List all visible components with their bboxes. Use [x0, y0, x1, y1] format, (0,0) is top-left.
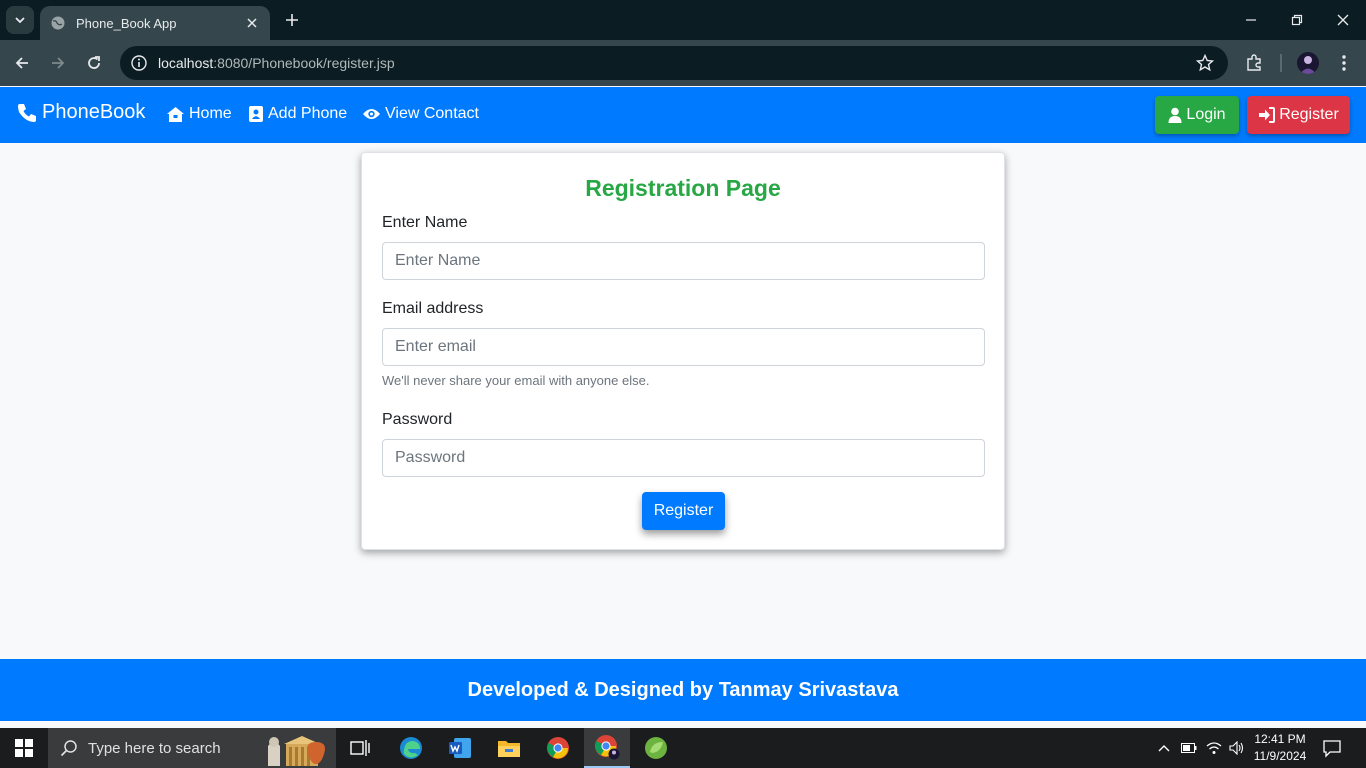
site-info-icon[interactable]	[130, 54, 148, 72]
taskbar-search-placeholder: Type here to search	[88, 739, 221, 757]
footer: Developed & Designed by Tanmay Srivastav…	[0, 659, 1366, 721]
nav-add-phone[interactable]: Add Phone	[248, 105, 347, 123]
battery-icon[interactable]	[1180, 738, 1198, 758]
search-highlight-icon	[268, 736, 325, 766]
register-nav-button[interactable]: Register	[1247, 96, 1350, 134]
extensions-icon[interactable]	[1244, 53, 1264, 73]
nav-add-phone-label: Add Phone	[268, 105, 348, 122]
register-nav-label: Register	[1279, 106, 1339, 123]
url-text: localhost:8080/Phonebook/register.jsp	[158, 55, 395, 71]
volume-icon[interactable]	[1228, 738, 1246, 758]
new-tab-icon[interactable]	[282, 10, 302, 30]
notification-icon[interactable]	[1322, 738, 1342, 758]
phone-icon	[18, 103, 36, 122]
search-icon	[60, 740, 77, 757]
nav-view-contact[interactable]: View Contact	[362, 105, 479, 123]
page-title: Registration Page	[585, 175, 781, 201]
nav-view-contact-label: View Contact	[385, 105, 479, 122]
bookmark-star-icon[interactable]	[1196, 54, 1214, 72]
file-explorer-icon[interactable]	[486, 728, 532, 768]
login-button[interactable]: Login	[1155, 96, 1239, 134]
user-icon	[1168, 107, 1182, 123]
eye-icon	[363, 109, 380, 119]
task-view-icon[interactable]	[337, 728, 383, 768]
browser-tab-bar: Phone_Book App	[0, 0, 1366, 40]
start-button[interactable]	[0, 728, 48, 768]
chrome-profile-icon[interactable]	[584, 728, 630, 768]
password-input[interactable]	[382, 439, 985, 477]
forward-icon[interactable]	[48, 53, 68, 73]
spring-tool-icon[interactable]	[633, 728, 679, 768]
edge-icon[interactable]	[388, 728, 434, 768]
address-book-icon	[249, 106, 263, 122]
chrome-icon[interactable]	[535, 728, 581, 768]
windows-logo-icon	[15, 739, 33, 757]
app-navbar: PhoneBook Home Add Phone View Contact Lo…	[0, 87, 1366, 143]
reload-icon[interactable]	[84, 53, 104, 73]
clock-date: 11/9/2024	[1253, 749, 1307, 763]
login-label: Login	[1186, 106, 1226, 123]
tab-title: Phone_Book App	[76, 15, 177, 31]
restore-icon[interactable]	[1287, 10, 1307, 30]
taskbar: Type here to search 12:41 PM 11/9/2024	[0, 728, 1366, 768]
address-bar[interactable]: localhost:8080/Phonebook/register.jsp	[120, 46, 1228, 80]
tab-list-button[interactable]	[6, 6, 34, 34]
browser-tab[interactable]: Phone_Book App	[40, 6, 270, 40]
footer-credit: Developed & Designed by Tanmay Srivastav…	[467, 678, 899, 701]
email-help-text: We'll never share your email with anyone…	[382, 373, 650, 388]
brand-link[interactable]: PhoneBook	[16, 101, 145, 124]
close-tab-icon[interactable]	[244, 15, 260, 31]
email-label: Email address	[382, 300, 484, 317]
password-label: Password	[382, 411, 453, 428]
taskbar-clock[interactable]: 12:41 PM 11/9/2024	[1248, 731, 1312, 765]
brand-label: PhoneBook	[42, 101, 146, 123]
registration-card: Registration Page Enter Name Email addre…	[361, 152, 1005, 550]
home-icon	[167, 106, 184, 122]
taskbar-search[interactable]: Type here to search	[48, 728, 336, 768]
clock-time: 12:41 PM	[1254, 732, 1306, 746]
back-icon[interactable]	[12, 53, 32, 73]
email-input[interactable]	[382, 328, 985, 366]
nav-home-label: Home	[189, 105, 232, 122]
sign-in-icon	[1259, 107, 1276, 123]
nav-home[interactable]: Home	[166, 105, 232, 123]
show-hidden-icons-icon[interactable]	[1155, 738, 1173, 758]
menu-dots-icon[interactable]	[1334, 53, 1354, 73]
globe-icon	[51, 16, 65, 30]
close-window-icon[interactable]	[1333, 10, 1353, 30]
browser-toolbar: localhost:8080/Phonebook/register.jsp	[0, 40, 1366, 86]
toolbar-divider	[1280, 54, 1282, 72]
wifi-icon[interactable]	[1205, 738, 1223, 758]
minimize-icon[interactable]	[1241, 10, 1261, 30]
name-label: Enter Name	[382, 214, 468, 231]
register-submit-button[interactable]: Register	[642, 492, 725, 530]
profile-avatar[interactable]	[1297, 52, 1319, 74]
chevron-down-icon	[15, 17, 25, 24]
word-icon[interactable]	[437, 728, 483, 768]
name-input[interactable]	[382, 242, 985, 280]
